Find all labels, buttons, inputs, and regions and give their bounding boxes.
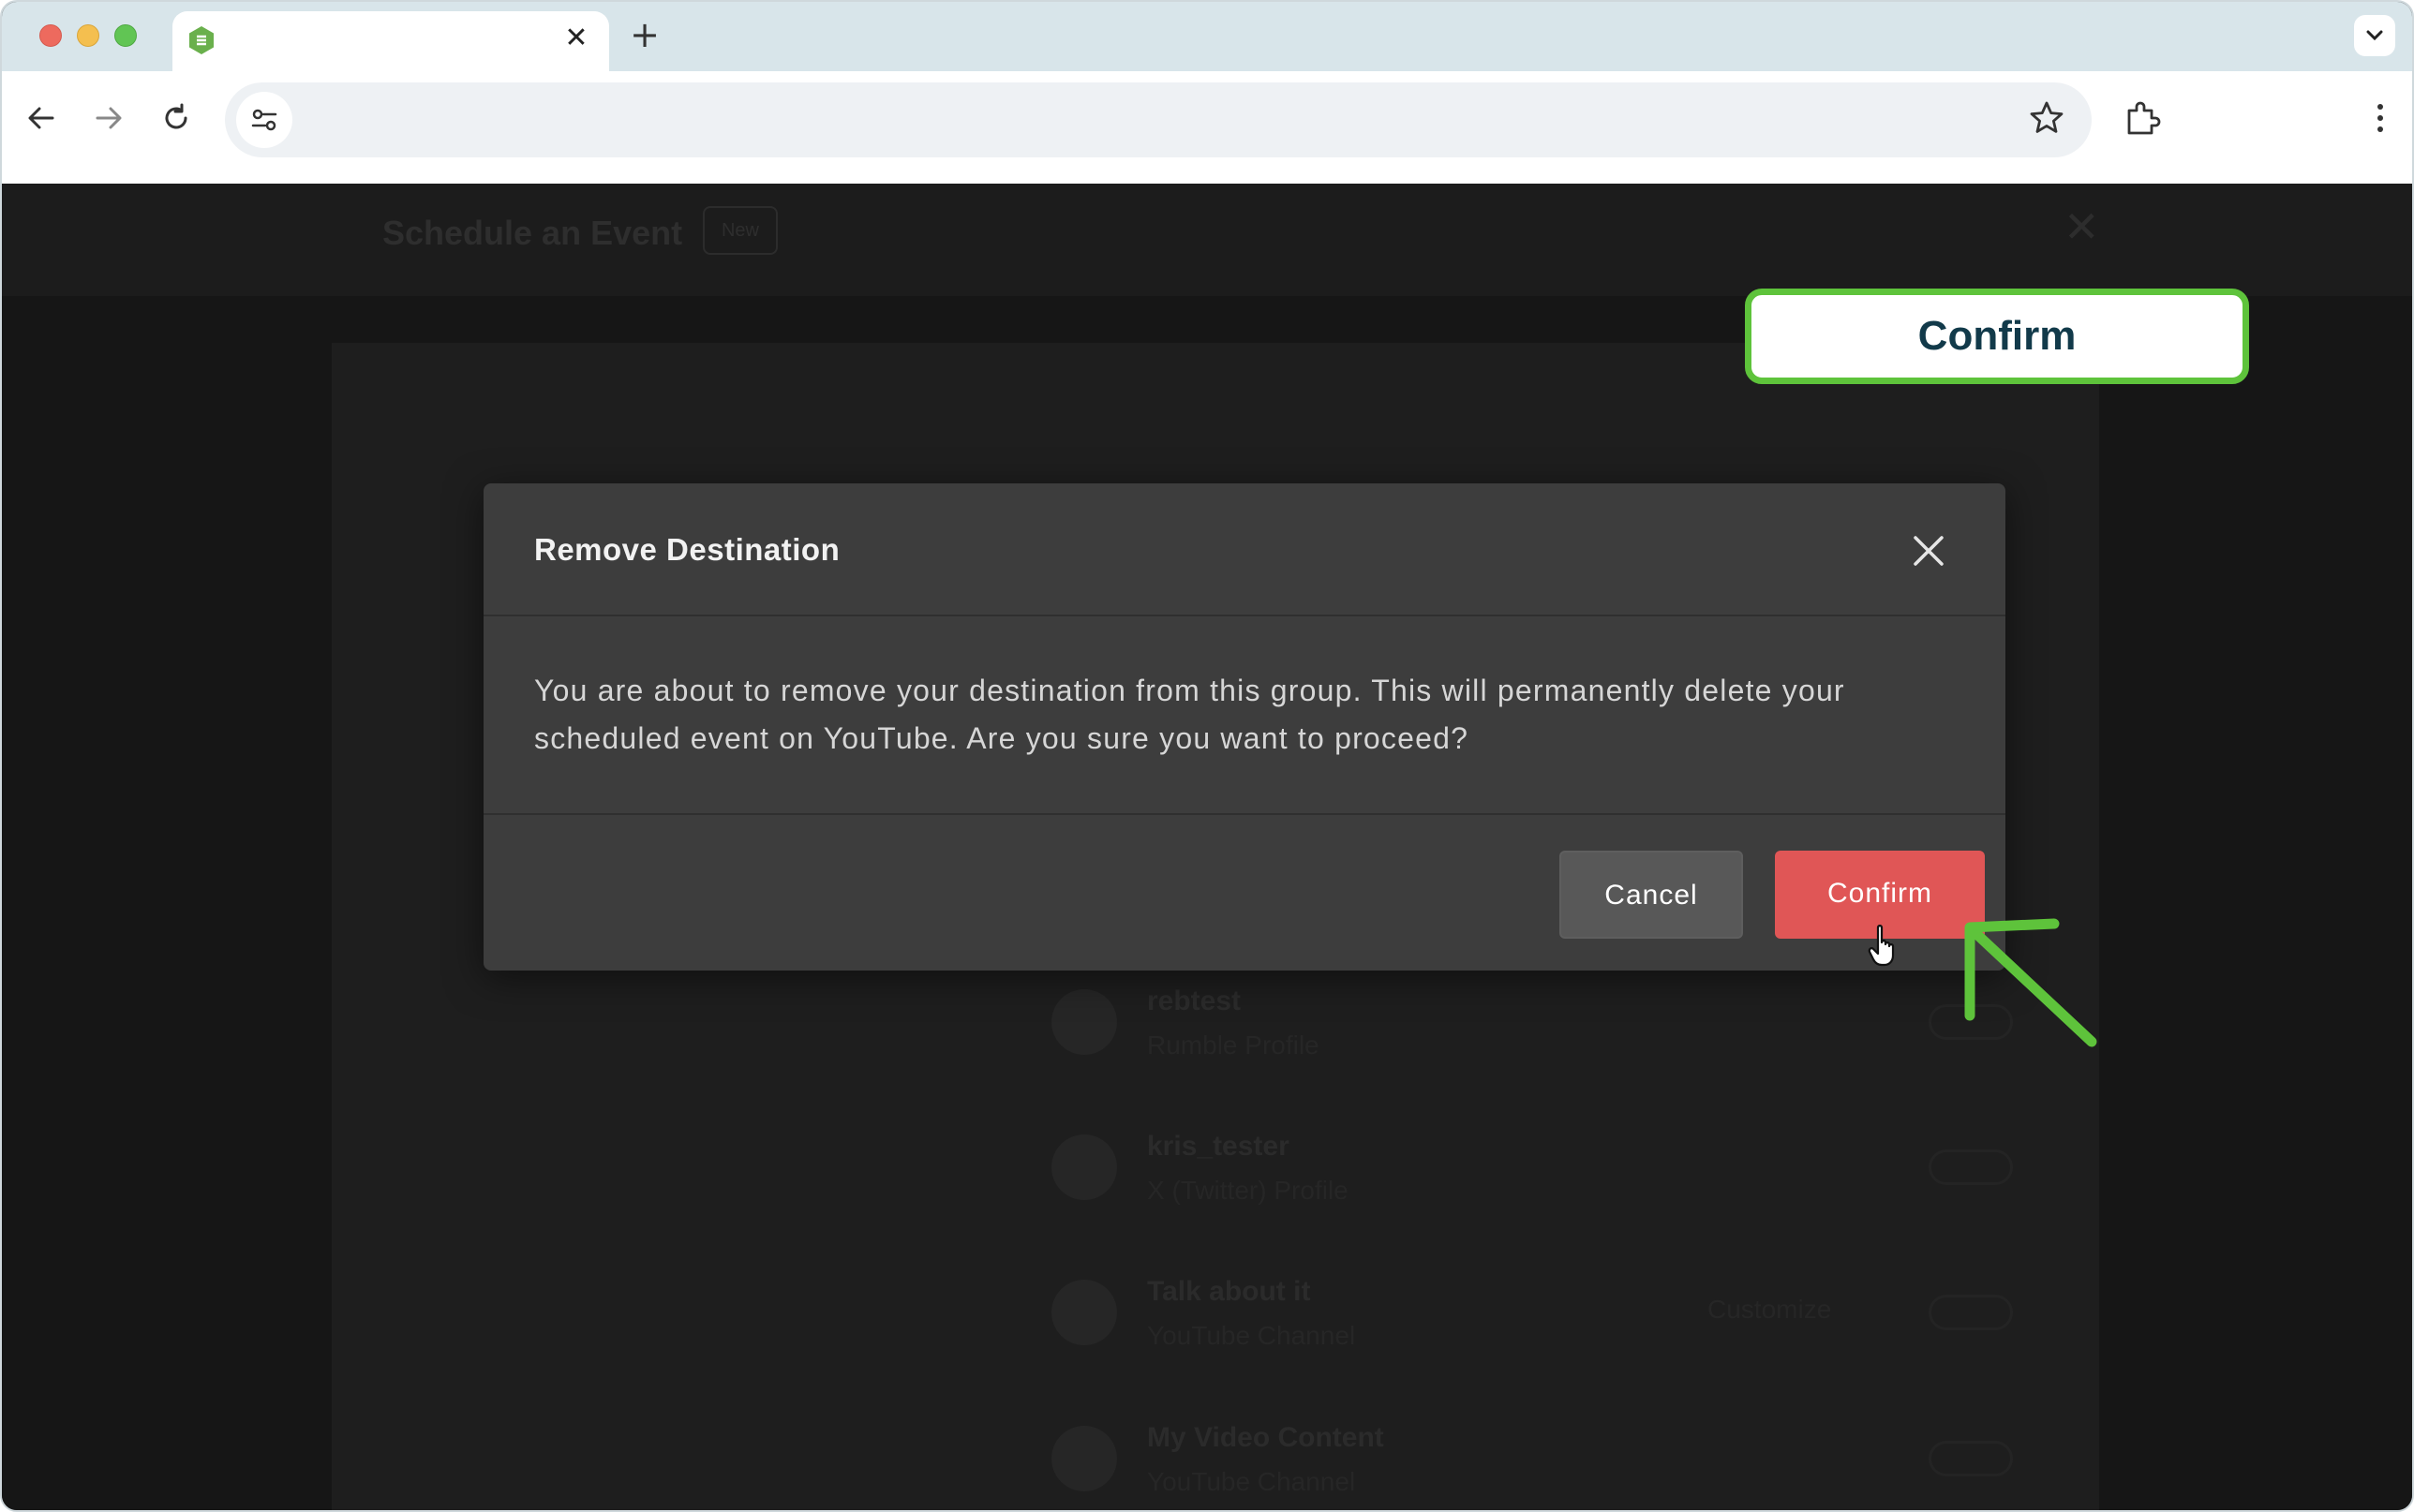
maximize-window-button[interactable] [114,24,137,47]
browser-window: ✕ + Schedule an Event New ✕ rebtest Rumb… [0,0,2414,1512]
destination-type: YouTube Channel [1147,1467,1356,1496]
destination-avatar [1051,1134,1117,1200]
cancel-button[interactable]: Cancel [1559,851,1743,939]
arrow-right-icon [96,107,122,129]
confirm-callout-label: Confirm [1745,289,2249,384]
site-info-button[interactable] [236,92,292,148]
browser-tab[interactable]: ✕ [172,11,609,73]
destination-name: rebtest [1147,986,1242,1016]
new-badge: New [703,206,778,255]
destination-avatar [1051,989,1117,1055]
hand-cursor-icon [1868,925,1895,967]
minimize-window-button[interactable] [77,24,99,47]
reload-icon [165,103,187,129]
schedule-close-icon: ✕ [2064,201,2100,252]
destination-avatar [1051,1280,1117,1345]
destination-toggle [1929,1295,2013,1330]
chevron-down-icon [2366,30,2383,41]
destination-toggle [1929,1149,2013,1185]
tab-search-button[interactable] [2354,15,2395,56]
address-bar[interactable] [225,82,2092,157]
forward-button[interactable] [88,97,129,139]
destination-avatar [1051,1426,1117,1491]
bookmark-star-icon[interactable] [2026,97,2067,139]
close-window-button[interactable] [39,24,62,47]
arrow-left-icon [28,107,54,129]
tab-close-icon[interactable]: ✕ [562,24,590,52]
dialog-title: Remove Destination [534,532,841,567]
browser-toolbar [2,71,2412,184]
extensions-icon[interactable] [2122,97,2163,139]
destination-type: X (Twitter) Profile [1147,1176,1349,1205]
destination-name: My Video Content [1147,1422,1384,1453]
dialog-header: Remove Destination [484,483,2005,615]
customize-link: Customize [1707,1295,1832,1324]
page-header-area [2,184,2412,296]
annotation-arrow-icon [1964,918,2097,1047]
destination-row: My Video Content YouTube Channel [1051,1413,2013,1510]
tune-icon [251,109,277,131]
dialog-message: You are about to remove your destination… [534,674,1845,755]
divider [484,615,2005,616]
divider [484,813,2005,815]
remove-destination-dialog: Remove Destination You are about to remo… [484,483,2005,971]
close-icon[interactable] [1908,530,1949,571]
destination-row: kris_tester X (Twitter) Profile [1051,1121,2013,1234]
destination-row: Talk about it YouTube Channel Customize [1051,1267,2013,1379]
back-button[interactable] [21,97,62,139]
reload-button[interactable] [156,97,197,139]
destination-type: YouTube Channel [1147,1321,1356,1350]
site-favicon-icon [189,26,214,54]
destination-toggle [1929,1441,2013,1476]
tab-strip: ✕ + [2,2,2412,73]
destination-row: rebtest Rumble Profile [1051,976,2013,1089]
destination-type: Rumble Profile [1147,1030,1319,1060]
schedule-event-title: Schedule an Event [382,214,683,252]
destination-name: Talk about it [1147,1276,1311,1307]
new-tab-button[interactable]: + [628,17,662,52]
destination-name: kris_tester [1147,1131,1289,1162]
more-menu-icon[interactable] [2360,97,2401,139]
